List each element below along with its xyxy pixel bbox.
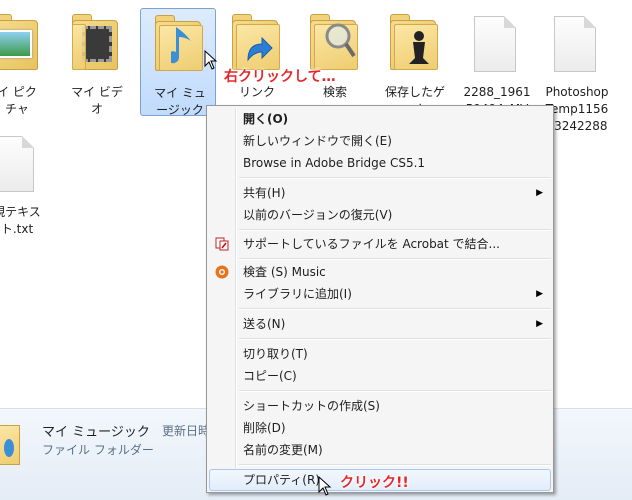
menu-item-label: サポートしているファイルを Acrobat で結合...: [243, 237, 500, 251]
annotation-right-click: 右クリックして…: [224, 69, 336, 85]
menu-item-label: 検査 (S) Music: [243, 265, 326, 279]
details-name: マイ ミュージック: [42, 425, 150, 440]
item-label: イ ピク チャ: [0, 85, 37, 116]
mouse-cursor-icon: [204, 50, 218, 70]
pictures-folder-icon: [0, 8, 56, 76]
annotation-click: クリック!!: [340, 475, 409, 491]
submenu-arrow-icon: ▶: [536, 289, 543, 299]
menu-item-label: 開く(O): [243, 112, 289, 126]
menu-item-create-shortcut[interactable]: ショートカットの作成(S): [209, 395, 551, 417]
file-2288[interactable]: 2288_1961 59494_MV: [458, 8, 536, 118]
folder-icon: [0, 415, 22, 469]
context-menu: 開く(O) 新しいウィンドウで開く(E) Browse in Adobe Bri…: [206, 105, 554, 493]
file-icon: [458, 8, 536, 76]
folder-searches[interactable]: 検索: [296, 8, 374, 118]
item-label: 規テキス ト.txt: [0, 205, 41, 236]
folder-saved-games[interactable]: 保存したゲ ーム: [376, 8, 454, 118]
menu-item-label: 以前のバージョンの復元(V): [243, 208, 393, 222]
file-new-text[interactable]: 規テキス ト.txt: [0, 128, 56, 238]
acrobat-icon: [215, 237, 229, 251]
menu-separator: [239, 308, 551, 310]
menu-item-label: 切り取り(T): [243, 347, 308, 361]
item-label: 検索: [322, 85, 347, 99]
menu-item-label: 送る(N): [243, 317, 286, 331]
menu-item-label: Browse in Adobe Bridge CS5.1: [243, 156, 426, 170]
menu-separator: [239, 338, 551, 340]
submenu-arrow-icon: ▶: [536, 319, 543, 329]
item-label: マイ ビデ オ: [71, 85, 123, 116]
menu-item-scan[interactable]: 検査 (S) Music: [209, 261, 551, 283]
menu-item-label: 新しいウィンドウで開く(E): [243, 134, 392, 148]
menu-item-label: プロパティ(R): [243, 473, 320, 487]
menu-item-label: ショートカットの作成(S): [243, 399, 380, 413]
text-file-icon: [0, 128, 56, 196]
menu-item-open[interactable]: 開く(O): [209, 108, 551, 130]
menu-item-acrobat-combine[interactable]: サポートしているファイルを Acrobat で結合...: [209, 233, 551, 255]
menu-separator: [239, 229, 551, 231]
menu-item-label: 共有(H): [243, 186, 286, 200]
menu-item-label: 名前の変更(M): [243, 443, 323, 457]
details-type: ファイル フォルダー: [42, 443, 154, 457]
menu-item-restore-versions[interactable]: 以前のバージョンの復元(V): [209, 204, 551, 226]
submenu-arrow-icon: ▶: [536, 188, 543, 198]
menu-item-label: 削除(D): [243, 421, 286, 435]
menu-item-label: ライブラリに追加(I): [243, 287, 352, 301]
explorer-window: イ ピク チャ マイ ビデ オ マイ ミュ ージック リンク 検索 保存したゲ …: [0, 0, 632, 500]
menu-item-cut[interactable]: 切り取り(T): [209, 343, 551, 365]
file-photoshop-temp[interactable]: Photoshop Temp1156 13242288: [538, 8, 616, 133]
file-icon: [538, 8, 616, 76]
details-modified-label: 更新日時: [162, 424, 211, 438]
menu-separator: [239, 390, 551, 392]
folder-my-videos[interactable]: マイ ビデ オ: [58, 8, 136, 118]
games-folder-icon: [376, 8, 454, 76]
folder-my-pictures[interactable]: イ ピク チャ: [0, 8, 56, 118]
menu-item-rename[interactable]: 名前の変更(M): [209, 439, 551, 461]
menu-item-open-new-window[interactable]: 新しいウィンドウで開く(E): [209, 130, 551, 152]
menu-separator: [239, 258, 551, 260]
menu-item-add-to-library[interactable]: ライブラリに追加(I) ▶: [209, 283, 551, 305]
mouse-cursor-icon: [318, 476, 332, 496]
menu-item-delete[interactable]: 削除(D): [209, 417, 551, 439]
menu-item-copy[interactable]: コピー(C): [209, 365, 551, 387]
menu-item-label: コピー(C): [243, 369, 297, 383]
videos-folder-icon: [58, 8, 136, 76]
folder-links[interactable]: リンク: [218, 8, 296, 118]
menu-item-send-to[interactable]: 送る(N) ▶: [209, 313, 551, 335]
menu-item-browse-bridge[interactable]: Browse in Adobe Bridge CS5.1: [209, 152, 551, 174]
item-label: リンク: [238, 85, 275, 99]
antivirus-icon: [215, 265, 229, 279]
menu-item-share[interactable]: 共有(H) ▶: [209, 182, 551, 204]
menu-separator: [239, 464, 551, 466]
menu-separator: [239, 177, 551, 179]
